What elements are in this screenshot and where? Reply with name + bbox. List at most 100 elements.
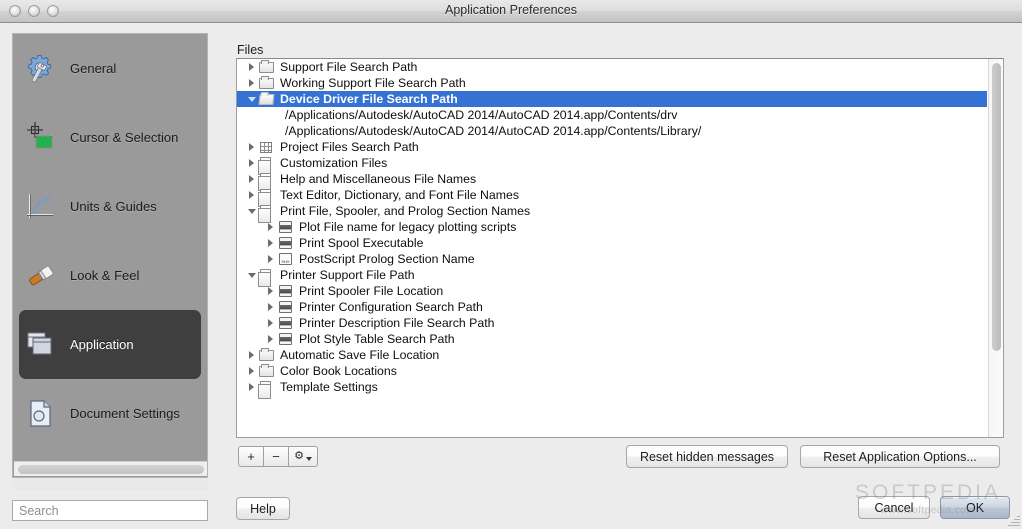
disclosure-triangle-closed-icon[interactable] xyxy=(245,159,258,167)
tree-row-label: Support File Search Path xyxy=(280,60,418,74)
tree-row[interactable]: Template Settings xyxy=(237,379,987,399)
reset-application-options-button[interactable]: Reset Application Options... xyxy=(800,445,1000,468)
tree-row[interactable]: Customization Files xyxy=(237,155,987,175)
tree-row-label: Print File, Spooler, and Prolog Section … xyxy=(280,204,531,218)
tree-row[interactable]: Print File, Spooler, and Prolog Section … xyxy=(237,203,987,223)
tree-row-label: Working Support File Search Path xyxy=(280,76,466,90)
tree-row[interactable]: Color Book Locations xyxy=(237,363,987,379)
disclosure-triangle-open-icon[interactable] xyxy=(245,96,258,102)
sidebar-item-general[interactable]: General xyxy=(13,34,207,103)
disclosure-triangle-closed-icon[interactable] xyxy=(245,191,258,199)
printer-icon xyxy=(277,300,295,314)
tree-row-label: Project Files Search Path xyxy=(280,140,419,154)
documents-icon xyxy=(258,268,276,287)
folder-open-icon xyxy=(258,92,276,106)
document-icon xyxy=(25,397,59,431)
gear-menu-button[interactable]: ⚙ xyxy=(288,446,318,467)
tree-row-label: Template Settings xyxy=(280,380,378,394)
folder-icon xyxy=(258,364,276,378)
sidebar-item-application[interactable]: Application xyxy=(19,310,201,379)
add-path-button[interactable]: + xyxy=(238,446,264,467)
sidebar-item-units-guides[interactable]: Units & Guides xyxy=(13,172,207,241)
window-title: Application Preferences xyxy=(444,3,578,17)
sidebar-scrollbar-thumb[interactable] xyxy=(18,465,204,474)
files-tree-list[interactable]: Support File Search Path Working Support … xyxy=(237,59,987,437)
tree-row-label: Plot File name for legacy plotting scrip… xyxy=(299,220,517,234)
tree-row[interactable]: Printer Configuration Search Path xyxy=(237,299,987,315)
tree-row[interactable]: Print Spooler File Location xyxy=(237,283,987,299)
disclosure-triangle-closed-icon[interactable] xyxy=(264,287,277,295)
tree-row-label: Color Book Locations xyxy=(280,364,397,378)
documents-icon xyxy=(258,204,276,223)
windows-stack-icon xyxy=(25,328,59,362)
documents-icon xyxy=(258,156,276,175)
help-button[interactable]: Help xyxy=(236,497,290,520)
tree-row[interactable]: Plot Style Table Search Path xyxy=(237,331,987,347)
tree-row[interactable]: Automatic Save File Location xyxy=(237,347,987,363)
tree-row-label: Print Spooler File Location xyxy=(299,284,444,298)
disclosure-triangle-closed-icon[interactable] xyxy=(245,63,258,71)
disclosure-triangle-closed-icon[interactable] xyxy=(245,351,258,359)
search-field-wrapper xyxy=(12,500,208,521)
search-input[interactable] xyxy=(12,500,208,521)
sidebar-item-look-feel[interactable]: Look & Feel xyxy=(13,241,207,310)
ok-button[interactable]: OK xyxy=(940,496,1010,519)
reset-hidden-messages-button[interactable]: Reset hidden messages xyxy=(626,445,788,468)
paintbrush-icon xyxy=(25,259,59,293)
chevron-down-icon xyxy=(305,457,312,461)
gear-icon: ⚙ xyxy=(294,450,304,462)
category-list[interactable]: General Cursor & Selection Units & Guide… xyxy=(12,33,208,478)
sidebar-item-cursor-selection[interactable]: Cursor & Selection xyxy=(13,103,207,172)
tree-edit-toolbar: + − ⚙ xyxy=(238,446,318,467)
grid-icon xyxy=(258,140,276,154)
files-tree-panel[interactable]: Support File Search Path Working Support … xyxy=(236,58,1004,438)
tree-row[interactable]: Device Driver File Search Path xyxy=(237,91,987,107)
tree-row-label: Printer Configuration Search Path xyxy=(299,300,483,314)
documents-icon xyxy=(258,380,276,399)
tree-row-label: Printer Support File Path xyxy=(280,268,415,282)
remove-path-label: − xyxy=(272,449,280,464)
tree-row[interactable]: /Applications/Autodesk/AutoCAD 2014/Auto… xyxy=(237,123,987,139)
tree-row[interactable]: /Applications/Autodesk/AutoCAD 2014/Auto… xyxy=(237,107,987,123)
tree-row[interactable]: PostScript Prolog Section Name xyxy=(237,251,987,267)
disclosure-triangle-closed-icon[interactable] xyxy=(245,367,258,375)
tree-row-label: /Applications/Autodesk/AutoCAD 2014/Auto… xyxy=(285,124,702,138)
tree-row[interactable]: Printer Description File Search Path xyxy=(237,315,987,331)
printer-icon xyxy=(277,316,295,330)
disclosure-triangle-closed-icon[interactable] xyxy=(245,175,258,183)
disclosure-triangle-closed-icon[interactable] xyxy=(264,239,277,247)
tree-row[interactable]: Printer Support File Path xyxy=(237,267,987,287)
sidebar-horizontal-scrollbar[interactable] xyxy=(14,461,207,476)
tree-vertical-scrollbar[interactable] xyxy=(988,59,1003,437)
sidebar-item-label: Units & Guides xyxy=(70,199,157,214)
tree-row-label: Device Driver File Search Path xyxy=(280,92,458,106)
tree-row[interactable]: Support File Search Path xyxy=(237,59,987,75)
tree-row[interactable]: Project Files Search Path xyxy=(237,139,987,155)
disclosure-triangle-closed-icon[interactable] xyxy=(245,79,258,87)
disclosure-triangle-closed-icon[interactable] xyxy=(264,255,277,263)
disclosure-triangle-closed-icon[interactable] xyxy=(245,143,258,151)
tree-row-label: Print Spool Executable xyxy=(299,236,424,250)
shx-file-icon xyxy=(277,252,295,266)
sidebar-item-document-settings[interactable]: Document Settings xyxy=(13,379,207,448)
disclosure-triangle-closed-icon[interactable] xyxy=(245,383,258,391)
tree-row[interactable]: Help and Miscellaneous File Names xyxy=(237,171,987,191)
disclosure-triangle-closed-icon[interactable] xyxy=(264,335,277,343)
files-group-label: Files xyxy=(237,43,264,57)
disclosure-triangle-closed-icon[interactable] xyxy=(264,319,277,327)
disclosure-triangle-open-icon[interactable] xyxy=(245,272,258,278)
tree-row-label: Automatic Save File Location xyxy=(280,348,440,362)
tree-scrollbar-thumb[interactable] xyxy=(992,63,1001,351)
disclosure-triangle-open-icon[interactable] xyxy=(245,208,258,214)
resize-grip[interactable] xyxy=(1007,514,1020,527)
tree-row[interactable]: Print Spool Executable xyxy=(237,235,987,251)
disclosure-triangle-closed-icon[interactable] xyxy=(264,223,277,231)
tree-row[interactable]: Text Editor, Dictionary, and Font File N… xyxy=(237,187,987,207)
tree-row[interactable]: Working Support File Search Path xyxy=(237,75,987,91)
remove-path-button[interactable]: − xyxy=(263,446,289,467)
disclosure-triangle-closed-icon[interactable] xyxy=(264,303,277,311)
tree-row[interactable]: Plot File name for legacy plotting scrip… xyxy=(237,219,987,235)
tree-row-label: Customization Files xyxy=(280,156,388,170)
sidebar-item-label: Document Settings xyxy=(70,406,180,421)
cancel-button[interactable]: Cancel xyxy=(858,496,930,519)
